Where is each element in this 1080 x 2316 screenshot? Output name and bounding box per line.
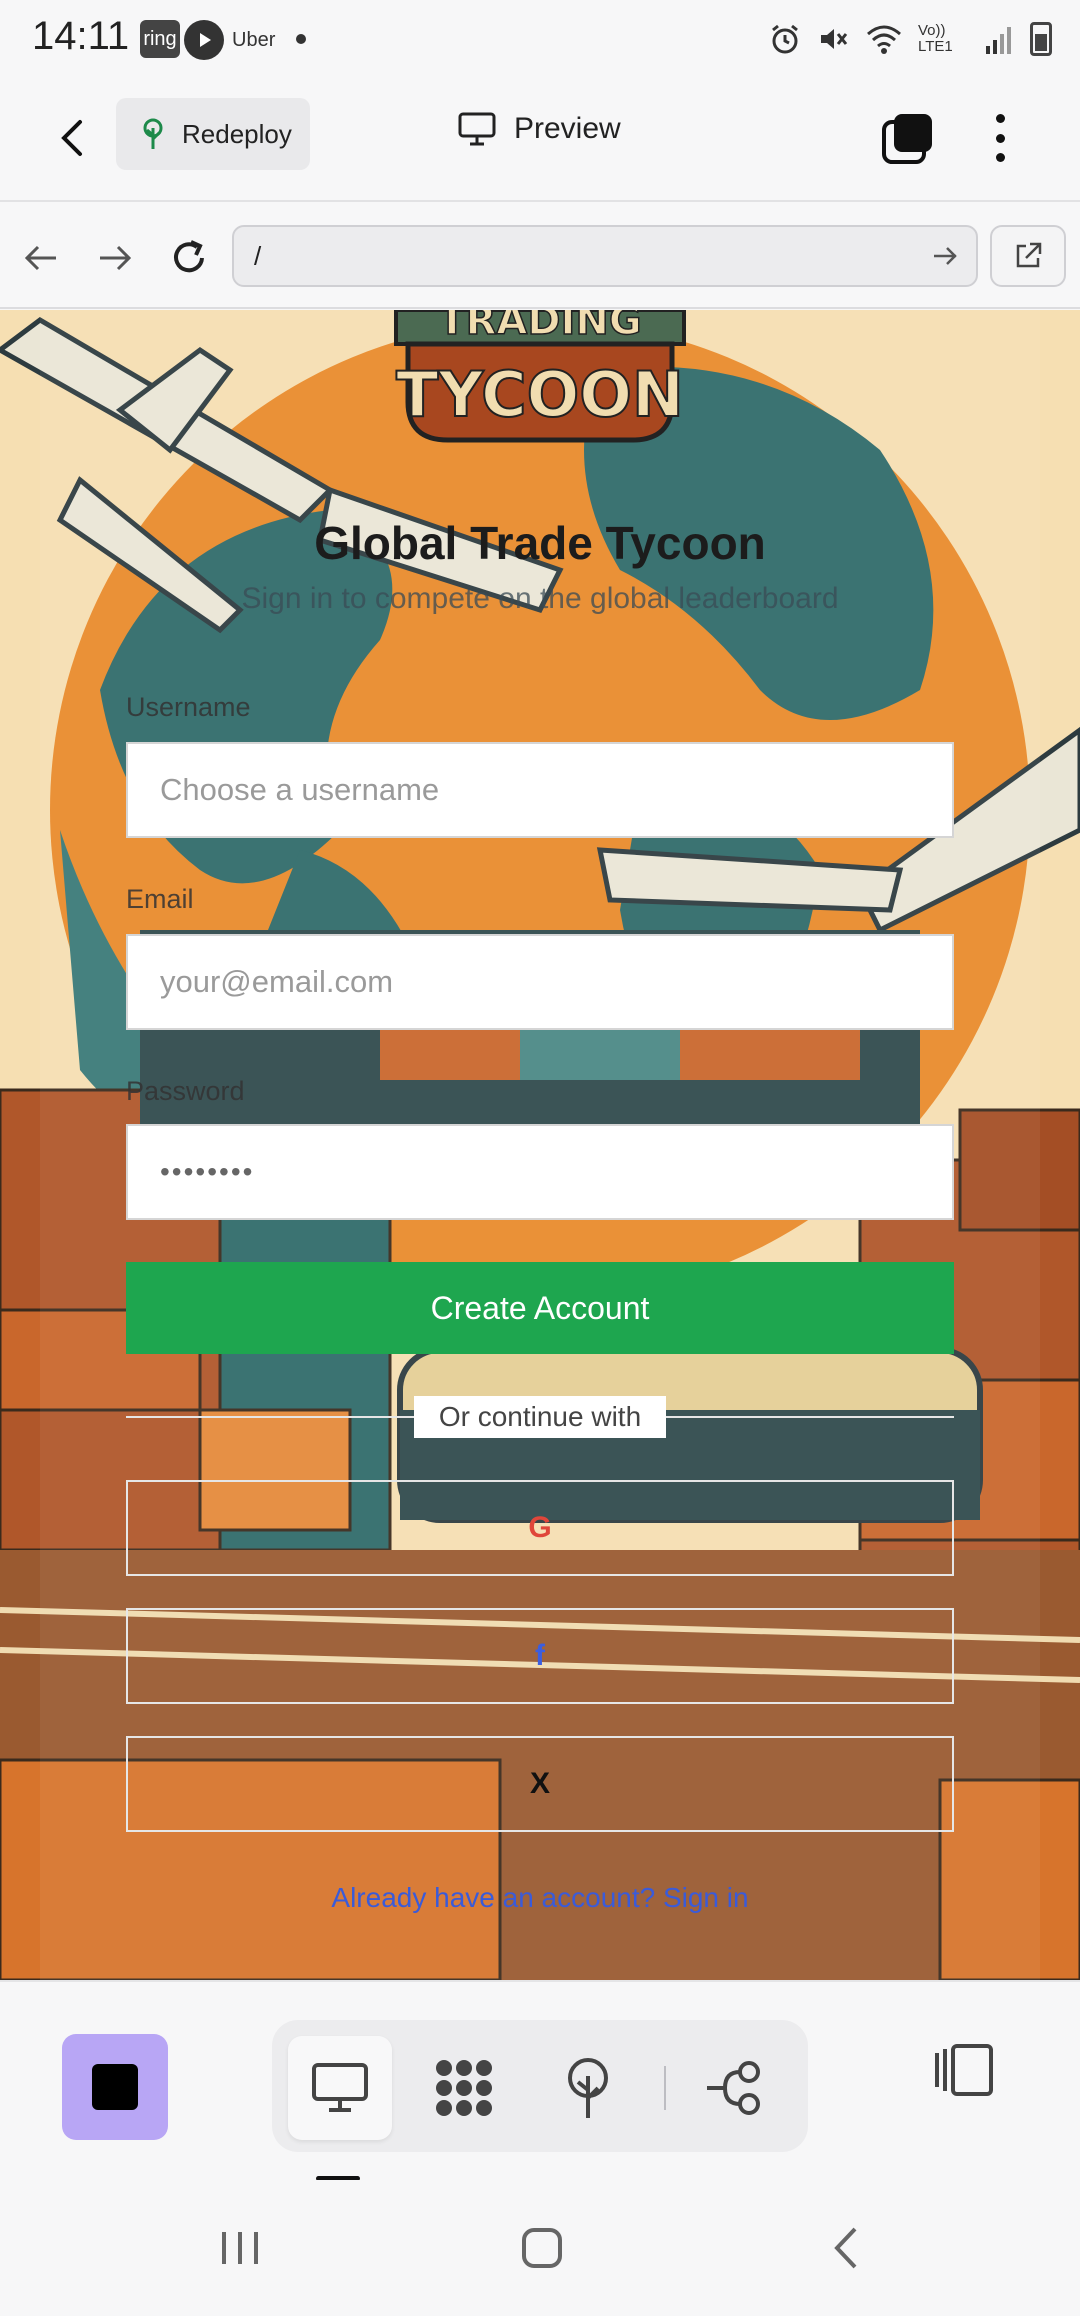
play-icon [184,20,224,60]
clock: 14:11 [32,14,130,58]
chevron-left-icon [834,2227,857,2269]
google-signin-button[interactable]: G [126,1480,954,1576]
url-input[interactable]: / [232,225,978,287]
redeploy-label: Redeploy [182,118,292,149]
preview-label: Preview [514,112,621,145]
side-panel-icon [935,2044,993,2096]
webview: TRADING TYCOON Global Trade Tycoon Sign … [0,310,1080,1980]
username-input[interactable]: Choose a username [126,742,954,838]
deploy-view-button[interactable] [536,2036,640,2140]
page-subtitle: Sign in to compete on the global leaderb… [241,582,839,615]
status-icons: Vo)) LTE1 [768,18,1052,60]
redeploy-button[interactable]: Redeploy [116,98,310,170]
signal-icon [986,27,1011,54]
tabs-button[interactable] [880,110,936,166]
toolbar-separator [664,2066,666,2110]
open-external-button[interactable] [990,225,1066,287]
side-panel-button[interactable] [928,2034,1000,2106]
mute-icon [821,29,848,49]
browser-forward-button[interactable] [88,231,142,285]
volte-label: Vo)) LTE1 [918,22,953,55]
reload-button[interactable] [162,231,216,285]
svg-text:TRADING: TRADING [438,310,641,344]
screen: 14:11 ring Uber Vo)) LTE1 Redeploy Previ… [0,0,1080,2316]
google-icon: G [528,1511,552,1544]
wifi-icon [867,25,901,54]
system-nav-bar [0,2180,1080,2316]
preview-title: Preview [458,112,621,146]
bottom-toolbar [0,1980,1080,2181]
password-input[interactable]: •••••••• [126,1124,954,1220]
system-back-button[interactable] [810,2212,882,2284]
x-icon: X [529,1767,550,1800]
recents-icon [222,2232,258,2264]
tabs-icon [882,114,932,164]
tree-deploy-icon [568,2058,608,2118]
x-signin-button[interactable]: X [126,1736,954,1832]
ring-app-icon: ring [140,20,180,58]
stop-icon [92,2064,138,2110]
flow-view-button[interactable] [682,2036,786,2140]
external-link-icon [1016,242,1042,268]
url-text: / [254,240,262,271]
username-label: Username [126,692,251,722]
chevron-left-icon [61,120,82,156]
facebook-icon: f [535,1639,545,1672]
app-bar: Redeploy Preview [0,76,1080,202]
email-label: Email [126,884,194,914]
signin-link[interactable]: Already have an account? Sign in [0,1882,1080,1914]
trading-tycoon-logo: TRADING TYCOON [394,310,686,443]
monitor-icon [312,2063,368,2112]
recents-button[interactable] [204,2212,276,2284]
home-icon [522,2228,562,2268]
notification-dot-icon [296,34,306,44]
svg-text:TYCOON: TYCOON [396,358,684,431]
desktop-view-button[interactable] [288,2036,392,2140]
branch-icon [707,2061,760,2115]
password-label: Password [126,1076,245,1106]
arrow-right-icon[interactable] [930,241,960,271]
home-button[interactable] [506,2212,578,2284]
more-vertical-icon [995,114,1005,123]
page-title: Global Trade Tycoon [314,517,766,569]
arrow-right-icon [100,245,132,271]
browser-bar: / [0,203,1080,309]
arrow-left-icon [24,245,56,271]
view-switcher [272,2020,808,2152]
dots-grid-icon [436,2060,492,2116]
tree-deploy-icon [143,118,163,149]
alarm-icon [772,24,798,54]
more-menu-button[interactable] [980,106,1020,170]
monitor-icon [458,112,496,146]
battery-icon [1030,22,1052,56]
reload-icon [174,240,204,273]
uber-app-icon: Uber [232,28,276,51]
grid-view-button[interactable] [412,2036,516,2140]
status-bar: 14:11 ring Uber Vo)) LTE1 [0,0,1080,76]
create-account-button[interactable]: Create Account [126,1262,954,1354]
facebook-signin-button[interactable]: f [126,1608,954,1704]
browser-back-button[interactable] [14,231,68,285]
back-button[interactable] [44,110,100,166]
email-input[interactable]: your@email.com [126,934,954,1030]
stop-button[interactable] [62,2034,168,2140]
divider-text: Or continue with [414,1396,666,1438]
